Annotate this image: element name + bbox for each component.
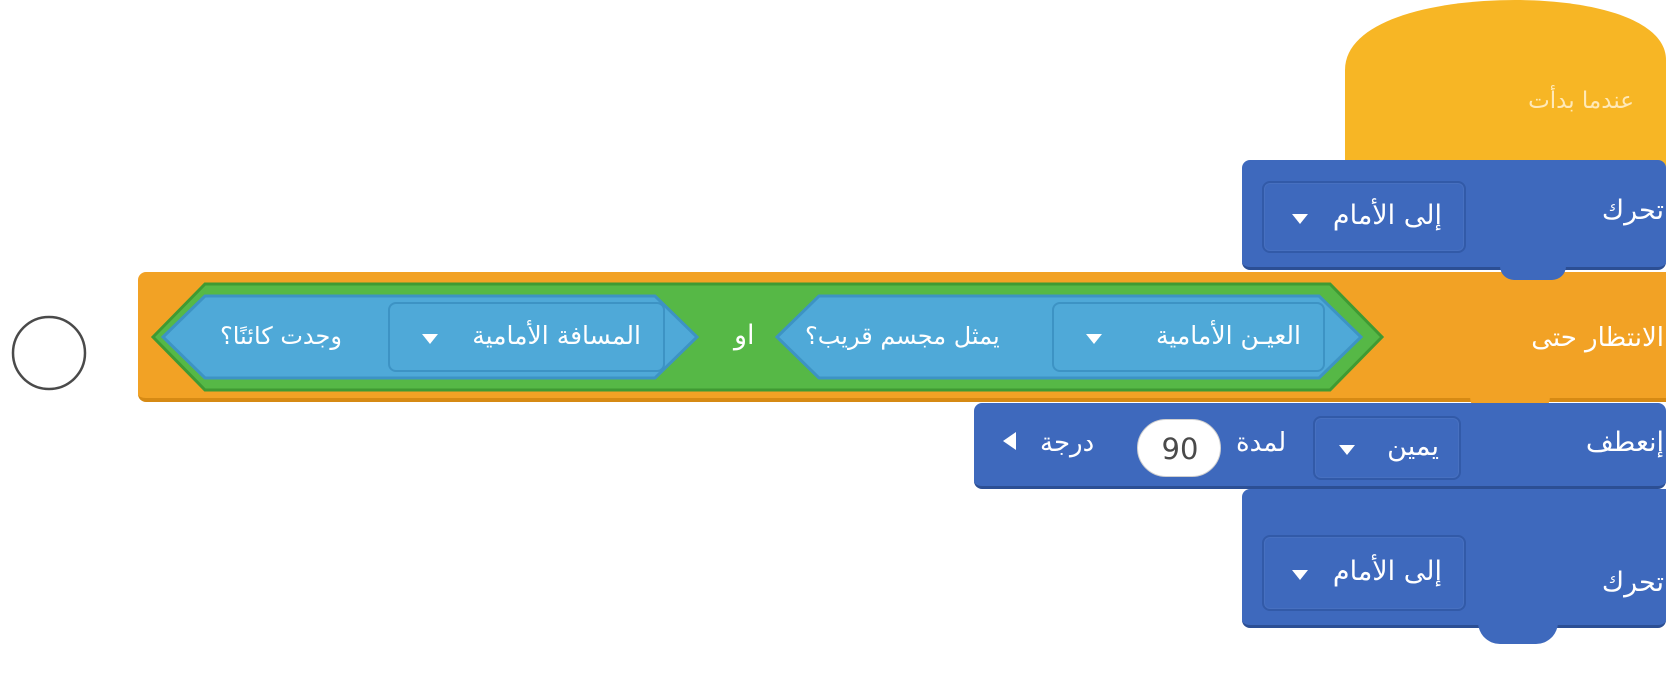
front-distance-dropdown[interactable]: المسافة الأمامية bbox=[388, 302, 665, 372]
caret-left-icon[interactable] bbox=[1003, 432, 1016, 450]
caret-down-icon bbox=[1292, 570, 1308, 580]
front-eye-dropdown[interactable]: العيـن الأمامية bbox=[1052, 302, 1325, 372]
when-started-label: عندما بدأت bbox=[1528, 88, 1634, 114]
front-eye-value: العيـن الأمامية bbox=[1155, 321, 1301, 350]
move-direction-value-1: إلى الأمام bbox=[1332, 200, 1442, 231]
turn-label: إنعطف bbox=[1585, 427, 1664, 458]
caret-down-icon bbox=[1339, 445, 1355, 455]
move2-notch-bottom bbox=[1478, 622, 1558, 644]
circle-outline-icon[interactable] bbox=[9, 313, 89, 393]
turn-degrees-input[interactable]: 90 bbox=[1137, 419, 1221, 477]
move-label-1: تحرك bbox=[1601, 195, 1664, 226]
move-direction-dropdown-2[interactable]: إلى الأمام bbox=[1262, 535, 1466, 611]
turn-degrees-value: 90 bbox=[1161, 432, 1199, 466]
move-label-2: تحرك bbox=[1601, 567, 1664, 598]
wait-notch-top bbox=[1500, 266, 1566, 280]
caret-down-icon bbox=[422, 334, 438, 344]
turn-for-label: لمدة bbox=[1236, 428, 1287, 458]
front-distance-question: وجدت كائنًا؟ bbox=[220, 322, 342, 350]
turn-direction-value: يمين bbox=[1387, 431, 1439, 462]
wait-until-label: الانتظار حتى bbox=[1531, 323, 1664, 353]
when-started-hat-block[interactable] bbox=[1345, 0, 1666, 170]
caret-down-icon bbox=[1292, 214, 1308, 224]
front-eye-question: يمثل مجسم قريب؟ bbox=[805, 322, 1000, 350]
turn-direction-dropdown[interactable]: يمين bbox=[1313, 416, 1461, 480]
move-direction-dropdown-1[interactable]: إلى الأمام bbox=[1262, 181, 1466, 253]
caret-down-icon bbox=[1086, 334, 1102, 344]
or-label: او bbox=[734, 320, 755, 351]
turn-unit-label: درجة bbox=[1040, 428, 1095, 458]
front-distance-value: المسافة الأمامية bbox=[472, 321, 641, 350]
move-direction-value-2: إلى الأمام bbox=[1332, 556, 1442, 587]
